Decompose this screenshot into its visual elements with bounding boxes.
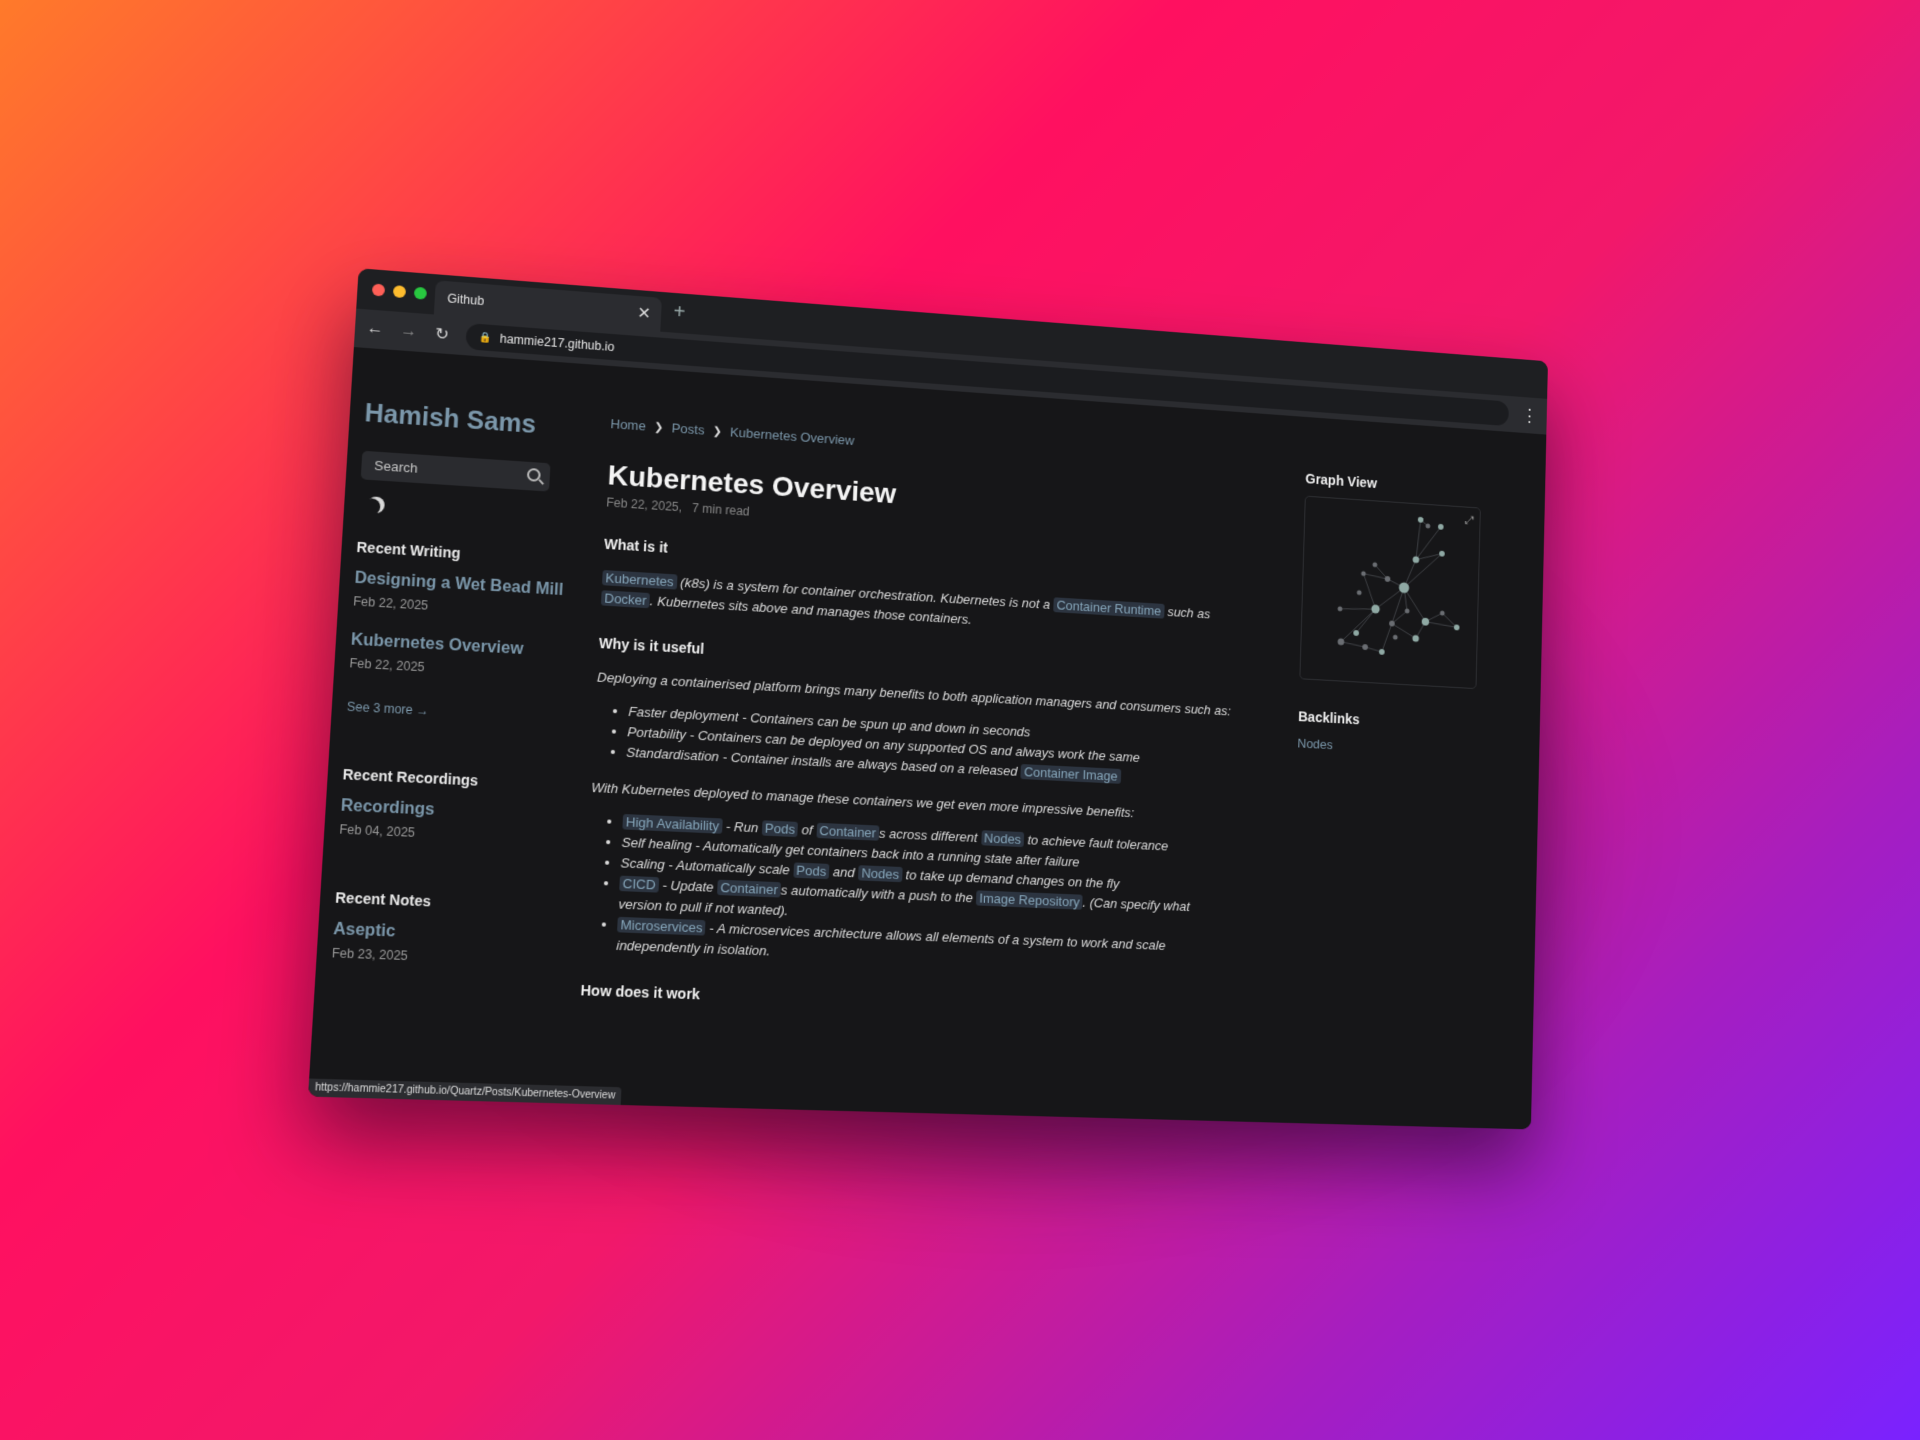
- text-fragment: of: [798, 822, 817, 838]
- back-arrow-icon[interactable]: ←: [365, 319, 385, 339]
- recent-recordings-item-1[interactable]: Recordings: [340, 797, 552, 825]
- high-availability-link[interactable]: High Availability: [622, 814, 722, 834]
- recent-notes-item-1[interactable]: Aseptic: [333, 921, 546, 948]
- graph-canvas: [1300, 497, 1481, 691]
- more-menu-icon[interactable]: ⋮: [1521, 405, 1538, 426]
- lock-icon: 🔒: [478, 331, 492, 343]
- cicd-link[interactable]: CICD: [619, 876, 659, 893]
- window-controls: [372, 283, 427, 299]
- forward-arrow-icon[interactable]: →: [399, 322, 419, 342]
- recent-writing-date-2: Feb 22, 2025: [349, 656, 560, 682]
- dark-mode-toggle-moon-icon[interactable]: [363, 498, 381, 515]
- image-repository-link[interactable]: Image Repository: [976, 890, 1083, 909]
- k8s-benefits-list: High Availability - Run Pods of Containe…: [582, 810, 1227, 978]
- recent-recordings-heading: Recent Recordings: [342, 766, 554, 792]
- browser-window: Github ✕ + ← → ↻ 🔒 hammie217.github.io ⋮…: [308, 268, 1548, 1129]
- pods-link[interactable]: Pods: [762, 820, 799, 837]
- how-does-it-work-heading: How does it work: [580, 982, 1222, 1020]
- docker-link[interactable]: Docker: [601, 590, 650, 608]
- containers-link[interactable]: Container: [816, 823, 879, 841]
- url-text: hammie217.github.io: [499, 332, 614, 355]
- backlink-nodes[interactable]: Nodes: [1297, 736, 1475, 760]
- article-main: Home ❯ Posts ❯ Kubernetes Overview Kuber…: [580, 416, 1240, 1020]
- breadcrumb-current[interactable]: Kubernetes Overview: [730, 424, 855, 448]
- expand-graph-icon[interactable]: ⤢: [1465, 513, 1474, 528]
- close-tab-icon[interactable]: ✕: [637, 303, 652, 324]
- container-runtime-link[interactable]: Container Runtime: [1053, 597, 1164, 618]
- kubernetes-link[interactable]: Kubernetes: [602, 570, 677, 590]
- recent-writing-heading: Recent Writing: [356, 539, 566, 568]
- graph-view-heading: Graph View: [1305, 471, 1481, 498]
- recent-recordings-date-1: Feb 04, 2025: [339, 822, 551, 846]
- article-read-time: 7 min read: [692, 501, 750, 519]
- search-icon: [527, 468, 541, 482]
- recent-notes-heading: Recent Notes: [335, 889, 548, 914]
- graph-view[interactable]: ⤢: [1299, 496, 1480, 690]
- search-placeholder: Search: [374, 458, 418, 476]
- backlinks-heading: Backlinks: [1298, 708, 1476, 733]
- minimize-window-button[interactable]: [393, 285, 406, 298]
- new-tab-button[interactable]: +: [673, 301, 686, 325]
- site-title[interactable]: Hamish Sams: [364, 399, 574, 443]
- see-more-link[interactable]: See 3 more →: [346, 699, 557, 724]
- search-input[interactable]: Search: [361, 451, 551, 492]
- article-date: Feb 22, 2025: [606, 495, 679, 514]
- text-fragment: such as: [1164, 604, 1211, 621]
- nodes-link[interactable]: Nodes: [981, 830, 1025, 847]
- reload-icon[interactable]: ↻: [432, 324, 452, 346]
- text-fragment: s across different: [879, 826, 982, 846]
- text-fragment: - Run: [722, 818, 762, 835]
- left-sidebar: Hamish Sams Search Recent Writing Design…: [331, 399, 573, 968]
- recent-notes-date-1: Feb 23, 2025: [331, 946, 544, 968]
- text-fragment: and: [829, 864, 859, 880]
- close-window-button[interactable]: [372, 283, 385, 296]
- pods-link[interactable]: Pods: [793, 862, 830, 879]
- container-link[interactable]: Container: [717, 880, 781, 898]
- text-fragment: - Update: [658, 877, 717, 895]
- microservices-link[interactable]: Microservices: [617, 917, 706, 936]
- nodes-link[interactable]: Nodes: [858, 865, 902, 882]
- right-sidebar: Graph View ⤢ Backlinks Nodes: [1297, 471, 1481, 760]
- chevron-right-icon: ❯: [654, 420, 664, 434]
- page-content: Hamish Sams Search Recent Writing Design…: [308, 347, 1546, 1129]
- maximize-window-button[interactable]: [414, 287, 427, 300]
- container-image-link[interactable]: Container Image: [1021, 764, 1121, 784]
- breadcrumb-home[interactable]: Home: [610, 416, 646, 433]
- chevron-right-icon: ❯: [712, 424, 722, 438]
- breadcrumb-posts[interactable]: Posts: [671, 420, 705, 437]
- tab-title: Github: [447, 291, 485, 308]
